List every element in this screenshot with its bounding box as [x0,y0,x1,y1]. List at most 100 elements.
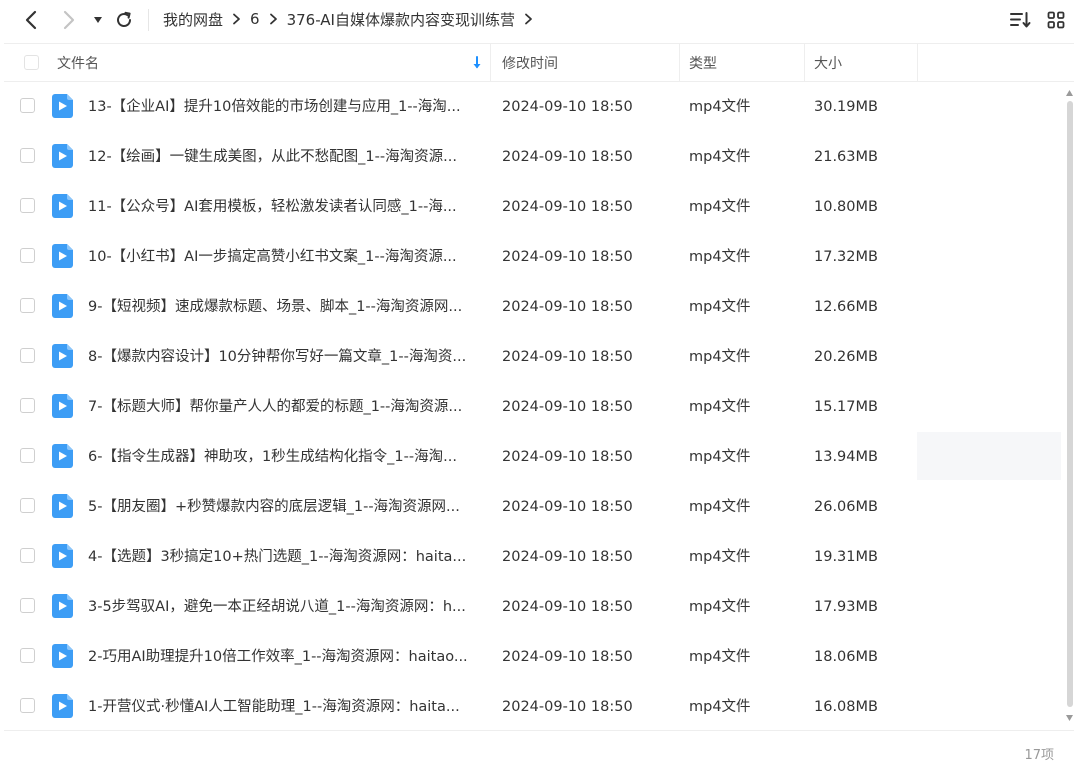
table-row[interactable]: 5-【朋友圈】+秒赞爆款内容的底层逻辑_1--海淘资源网... 2024-09-1… [4,482,1064,532]
file-size: 21.63MB [814,149,878,165]
file-list-header: 文件名 修改时间 类型 大小 [4,43,1074,82]
table-row[interactable]: 8-【爆款内容设计】10分钟帮你写好一篇文章_1--海淘资... 2024-09-… [4,332,1064,382]
file-modified-time: 2024-09-10 18:50 [502,549,633,565]
file-size: 26.06MB [814,499,878,515]
breadcrumb-item-folder[interactable]: 6 [250,10,260,28]
file-modified-time: 2024-09-10 18:50 [502,499,633,515]
table-row[interactable]: 3-5步驾驭AI，避免一本正经胡说八道_1--海淘资源网：h... 2024-09… [4,582,1064,632]
file-type: mp4文件 [689,299,751,315]
breadcrumb-item-root[interactable]: 我的网盘 [163,9,223,30]
row-checkbox[interactable] [20,148,35,163]
file-name[interactable]: 6-【指令生成器】神助攻，1秒生成结构化指令_1--海淘... [88,432,488,482]
chevron-right-icon [63,10,75,30]
file-name[interactable]: 4-【选题】3秒搞定10+热门选题_1--海淘资源网：haita... [88,532,488,582]
file-type: mp4文件 [689,649,751,665]
table-row[interactable]: 12-【绘画】一键生成美图，从此不愁配图_1--海淘资源... 2024-09-1… [4,132,1064,182]
file-modified-time: 2024-09-10 18:50 [502,199,633,215]
column-header-type[interactable]: 类型 [689,44,717,81]
file-name[interactable]: 9-【短视频】速成爆款标题、场景、脚本_1--海淘资源网... [88,282,488,332]
select-all-checkbox[interactable] [24,44,39,81]
file-size: 30.19MB [814,99,878,115]
video-file-icon [52,194,73,218]
table-row[interactable]: 10-【小红书】AI一步搞定高赞小红书文案_1--海淘资源... 2024-09-… [4,232,1064,282]
column-header-modified[interactable]: 修改时间 [502,44,558,81]
file-name[interactable]: 11-【公众号】AI套用模板，轻松激发读者认同感_1--海... [88,182,488,232]
row-checkbox[interactable] [20,648,35,663]
file-modified-time: 2024-09-10 18:50 [502,249,633,265]
video-file-icon [52,94,73,118]
row-checkbox[interactable] [20,248,35,263]
table-row[interactable]: 11-【公众号】AI套用模板，轻松激发读者认同感_1--海... 2024-09-… [4,182,1064,232]
refresh-icon [117,11,131,27]
file-type: mp4文件 [689,399,751,415]
file-type: mp4文件 [689,499,751,515]
scrollbar-thumb[interactable] [1067,101,1073,707]
file-size: 20.26MB [814,349,878,365]
column-divider [490,44,491,81]
table-row[interactable]: 6-【指令生成器】神助攻，1秒生成结构化指令_1--海淘... 2024-09-1… [4,432,1064,482]
file-name[interactable]: 10-【小红书】AI一步搞定高赞小红书文案_1--海淘资源... [88,232,488,282]
forward-button[interactable] [56,7,82,33]
row-checkbox[interactable] [20,548,35,563]
row-checkbox[interactable] [20,598,35,613]
navigation-bar: 我的网盘 6 376-AI自媒体爆款内容变现训练营 [0,0,1074,42]
file-type: mp4文件 [689,349,751,365]
file-type: mp4文件 [689,549,751,565]
file-size: 12.66MB [814,299,878,315]
file-modified-time: 2024-09-10 18:50 [502,299,633,315]
column-divider [804,44,805,81]
chevron-right-icon [232,13,241,25]
video-file-icon [52,594,73,618]
scroll-down-arrow-icon[interactable] [1065,714,1074,722]
table-row[interactable]: 2-巧用AI助理提升10倍工作效率_1--海淘资源网：haitao... 2024… [4,632,1064,682]
table-row[interactable]: 1-开营仪式·秒懂AI人工智能助理_1--海淘资源网：haita... 2024-… [4,682,1064,730]
table-row[interactable]: 7-【标题大师】帮你量产人人的都爱的标题_1--海淘资源... 2024-09-1… [4,382,1064,432]
row-checkbox[interactable] [20,698,35,713]
table-row[interactable]: 4-【选题】3秒搞定10+热门选题_1--海淘资源网：haita... 2024-… [4,532,1064,582]
toolbar-divider [148,9,149,31]
video-file-icon [52,144,73,168]
file-name[interactable]: 8-【爆款内容设计】10分钟帮你写好一篇文章_1--海淘资... [88,332,488,382]
file-size: 17.32MB [814,249,878,265]
breadcrumb-item-current[interactable]: 376-AI自媒体爆款内容变现训练营 [287,9,515,30]
caret-down-icon [94,17,102,23]
file-name[interactable]: 13-【企业AI】提升10倍效能的市场创建与应用_1--海淘... [88,82,488,132]
video-file-icon [52,494,73,518]
grid-view-icon [1047,11,1065,29]
row-checkbox[interactable] [20,448,35,463]
file-modified-time: 2024-09-10 18:50 [502,349,633,365]
file-name[interactable]: 2-巧用AI助理提升10倍工作效率_1--海淘资源网：haitao... [88,632,488,682]
video-file-icon [52,544,73,568]
table-row[interactable]: 13-【企业AI】提升10倍效能的市场创建与应用_1--海淘... 2024-09… [4,82,1064,132]
row-checkbox[interactable] [20,498,35,513]
history-dropdown-button[interactable] [91,7,105,33]
file-size: 16.08MB [814,699,878,715]
table-row[interactable]: 9-【短视频】速成爆款标题、场景、脚本_1--海淘资源网... 2024-09-1… [4,282,1064,332]
row-checkbox[interactable] [20,198,35,213]
chevron-right-icon[interactable] [524,13,533,25]
file-name[interactable]: 1-开营仪式·秒懂AI人工智能助理_1--海淘资源网：haita... [88,682,488,730]
file-type: mp4文件 [689,699,751,715]
column-header-size[interactable]: 大小 [814,44,842,81]
row-checkbox[interactable] [20,398,35,413]
file-name[interactable]: 3-5步驾驭AI，避免一本正经胡说八道_1--海淘资源网：h... [88,582,488,632]
column-divider [679,44,680,81]
sort-button[interactable] [1010,10,1032,30]
video-file-icon [52,244,73,268]
row-checkbox[interactable] [20,98,35,113]
refresh-button[interactable] [113,7,135,33]
file-name[interactable]: 12-【绘画】一键生成美图，从此不愁配图_1--海淘资源... [88,132,488,182]
column-header-name[interactable]: 文件名 [57,44,99,81]
grid-view-button[interactable] [1045,10,1067,30]
back-button[interactable] [18,7,44,33]
sort-descending-icon[interactable] [472,44,482,81]
file-type: mp4文件 [689,149,751,165]
file-size: 13.94MB [814,449,878,465]
row-checkbox[interactable] [20,298,35,313]
scroll-up-arrow-icon[interactable] [1065,89,1074,97]
file-modified-time: 2024-09-10 18:50 [502,99,633,115]
file-name[interactable]: 7-【标题大师】帮你量产人人的都爱的标题_1--海淘资源... [88,382,488,432]
file-name[interactable]: 5-【朋友圈】+秒赞爆款内容的底层逻辑_1--海淘资源网... [88,482,488,532]
file-modified-time: 2024-09-10 18:50 [502,649,633,665]
row-checkbox[interactable] [20,348,35,363]
